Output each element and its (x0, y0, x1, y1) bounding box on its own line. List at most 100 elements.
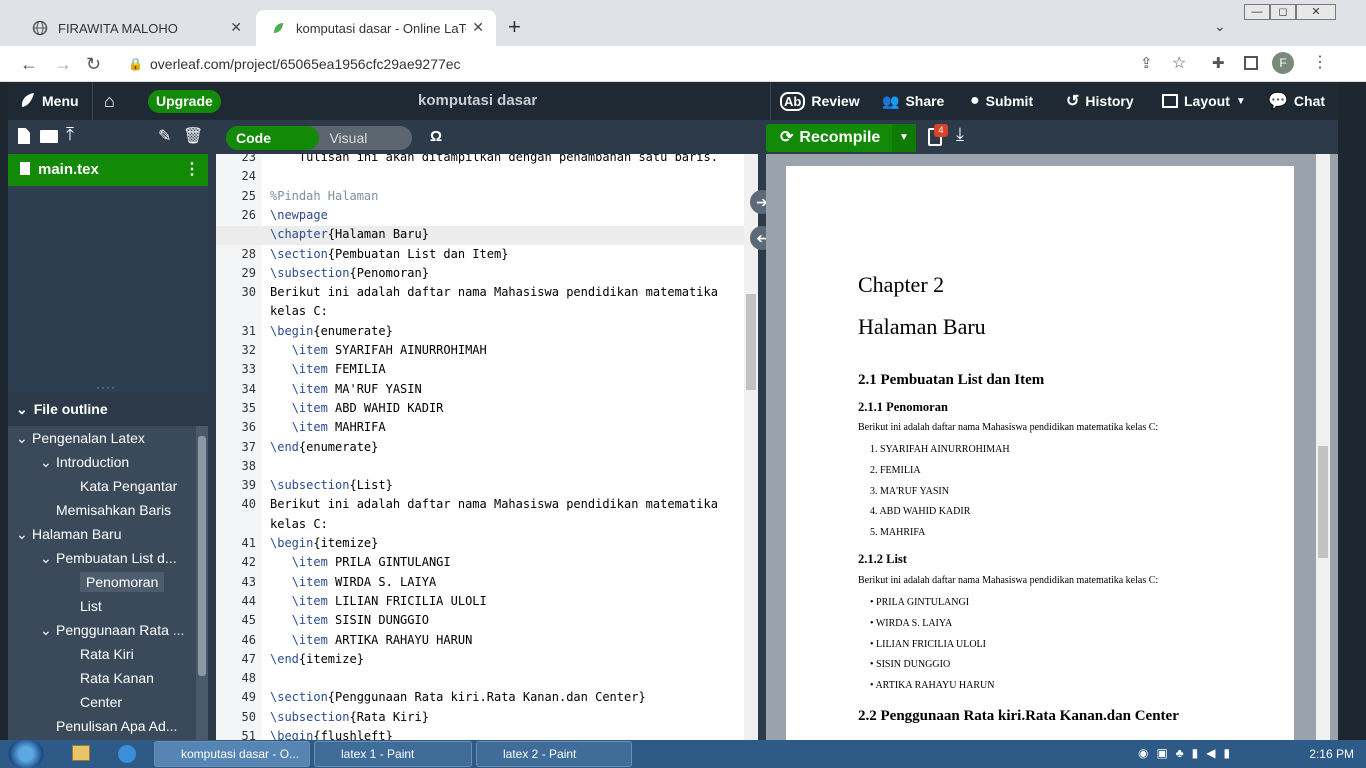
url-field[interactable]: 🔒 overleaf.com/project/65065ea1956cfc29a… (118, 50, 1200, 78)
outline-item[interactable]: ⌄ Introduction (8, 450, 192, 474)
review-button[interactable]: Ab Review (780, 82, 860, 120)
code-line[interactable]: %Pindah Halaman (270, 187, 378, 206)
code-line[interactable]: \item SISIN DUNGGIO (270, 611, 429, 630)
taskbar-item-paint-1[interactable]: latex 1 - Paint (314, 741, 472, 767)
code-line[interactable]: \subsection{Penomoran} (270, 264, 429, 283)
code-line[interactable]: \item ARTIKA RAHAYU HARUN (270, 631, 473, 650)
clock[interactable]: 2:16 PM (1309, 740, 1354, 768)
close-window-button[interactable]: ✕ (1296, 4, 1336, 20)
back-arrow-icon[interactable]: ← (20, 54, 38, 75)
code-line[interactable]: \begin{itemize} (270, 534, 378, 553)
new-folder-icon[interactable] (40, 130, 58, 143)
share-page-icon[interactable]: ⇪ (1140, 54, 1153, 72)
download-pdf-icon[interactable]: ⤓ (956, 124, 964, 145)
new-file-icon[interactable] (18, 128, 30, 144)
outline-item-label: Memisahkan Baris (56, 502, 172, 518)
outline-item[interactable]: Penomoran (8, 570, 192, 594)
outline-item[interactable]: Kata Pengantar (8, 474, 192, 498)
code-line[interactable]: \item FEMILIA (270, 360, 386, 379)
outline-item[interactable]: List (8, 594, 192, 618)
taskbar-item-paint-2[interactable]: latex 2 - Paint (476, 741, 632, 767)
close-tab-icon[interactable]: ✕ (472, 19, 484, 36)
code-line[interactable]: \subsection{Rata Kiri} (270, 708, 429, 727)
code-line[interactable]: \begin{enumerate} (270, 322, 393, 341)
code-line[interactable]: \end{itemize} (270, 650, 364, 669)
new-tab-button[interactable]: + (508, 14, 521, 40)
side-panel-icon[interactable] (1244, 56, 1258, 70)
delete-trash-icon[interactable]: 🗑 (183, 126, 203, 146)
pdf-viewer[interactable]: Chapter 2 Halaman Baru 2.1 Pembuatan Lis… (766, 154, 1338, 740)
system-tray-icons[interactable]: ◉▣♣▮◀▮ (1138, 746, 1238, 760)
rename-pencil-icon[interactable]: ✎ (158, 126, 171, 146)
tab-search-chevron-icon[interactable]: ⌄ (1214, 18, 1226, 35)
file-explorer-icon[interactable] (72, 745, 90, 761)
outline-item[interactable]: Penulisan Apa Ad... (8, 714, 192, 738)
code-editor-tab[interactable]: Code Editor (226, 126, 320, 170)
code-line[interactable]: \item SYARIFAH AINURROHIMAH (270, 341, 487, 360)
outline-scrollbar[interactable] (196, 426, 208, 740)
file-menu-kebab-icon[interactable]: ⋮ (184, 154, 200, 186)
outline-item[interactable]: ⌄ Halaman Baru (8, 522, 192, 546)
code-line[interactable]: \item MAHRIFA (270, 418, 386, 437)
code-line[interactable]: Berikut ini adalah daftar nama Mahasiswa… (270, 283, 718, 302)
taskbar-item-browser[interactable]: komputasi dasar - O... (154, 741, 310, 767)
browser-tab-inactive[interactable]: FIRAWITA MALOHO ✕ (18, 10, 254, 46)
code-line[interactable]: Tulisan ini akan ditampilkan dengan pena… (270, 154, 718, 167)
code-line[interactable]: \chapter{Halaman Baru} (270, 225, 429, 244)
upgrade-button[interactable]: Upgrade (148, 90, 221, 113)
outline-item[interactable]: ⌄ Pengenalan Latex (8, 426, 192, 450)
outline-item[interactable]: Center (8, 690, 192, 714)
outline-item[interactable]: Rata Kanan (8, 666, 192, 690)
outline-item[interactable]: Memisahkan Baris (8, 498, 192, 522)
upload-icon[interactable]: ⤒ (66, 124, 74, 145)
code-editor[interactable]: 2324252627282930313233343536373839404142… (216, 154, 744, 740)
outline-item-label: Penulisan Apa Ad... (56, 718, 178, 734)
code-line[interactable]: kelas C: (270, 515, 328, 534)
browser-tab-active[interactable]: komputasi dasar - Online LaTeX ✕ (256, 10, 496, 46)
symbol-palette-omega-icon[interactable]: Ω (430, 128, 442, 145)
code-line[interactable]: kelas C: (270, 302, 328, 321)
home-icon[interactable]: ⌂ (104, 82, 115, 120)
history-button[interactable]: ↺ History (1066, 82, 1134, 120)
code-line[interactable]: \item WIRDA S. LAIYA (270, 573, 437, 592)
code-line[interactable]: \item ABD WAHID KADIR (270, 399, 444, 418)
profile-avatar[interactable]: F (1272, 52, 1294, 74)
code-line[interactable]: \section{Penggunaan Rata kiri.Rata Kanan… (270, 688, 646, 707)
share-button[interactable]: 👥 Share (882, 82, 944, 120)
browser-menu-icon[interactable]: ⋮ (1312, 52, 1328, 72)
code-line[interactable]: \item PRILA GINTULANGI (270, 553, 451, 572)
outline-item[interactable]: ⌄ Pembuatan List d... (8, 546, 192, 570)
maximize-button[interactable]: ◻ (1270, 4, 1296, 20)
menu-button[interactable]: Menu (18, 82, 79, 120)
panel-splitter[interactable] (208, 120, 216, 740)
reload-icon[interactable]: ↻ (86, 54, 101, 75)
pdf-scrollbar[interactable] (1316, 154, 1330, 740)
project-title[interactable]: komputasi dasar (418, 92, 537, 109)
code-line[interactable]: \item MA'RUF YASIN (270, 380, 422, 399)
visual-editor-tab[interactable]: Visual Editor (319, 126, 412, 170)
code-line[interactable]: \newpage (270, 206, 328, 225)
forward-arrow-icon[interactable]: → (54, 54, 72, 75)
outline-item[interactable]: Rata Kiri (8, 642, 192, 666)
code-line[interactable]: Berikut ini adalah daftar nama Mahasiswa… (270, 495, 718, 514)
bookmark-star-icon[interactable]: ☆ (1172, 53, 1186, 73)
file-item-main-tex[interactable]: main.tex ⋮ (8, 154, 208, 186)
close-tab-icon[interactable]: ✕ (230, 19, 242, 36)
recompile-options-caret[interactable]: ▼ (892, 124, 916, 152)
pdf-scroll-thumb[interactable] (1318, 446, 1328, 558)
code-line[interactable]: \subsection{List} (270, 476, 393, 495)
code-line[interactable]: \section{Pembuatan List dan Item} (270, 245, 508, 264)
start-button[interactable] (8, 740, 44, 768)
ie-icon[interactable] (118, 745, 136, 763)
outline-item[interactable]: ⌄ Penggunaan Rata ... (8, 618, 192, 642)
submit-button[interactable]: ● Submit (970, 82, 1033, 120)
minimize-button[interactable]: — (1244, 4, 1270, 20)
extensions-puzzle-icon[interactable]: ✚ (1212, 54, 1225, 72)
editor-scroll-thumb[interactable] (746, 294, 756, 390)
layout-button[interactable]: Layout ▼ (1162, 82, 1246, 120)
file-outline-header[interactable]: ⌄ File outline (8, 392, 208, 426)
code-line[interactable]: \item LILIAN FRICILIA ULOLI (270, 592, 487, 611)
chat-button[interactable]: 💬 Chat (1268, 82, 1325, 120)
code-line[interactable]: \end{enumerate} (270, 438, 378, 457)
code-line[interactable]: \begin{flushleft} (270, 727, 393, 740)
